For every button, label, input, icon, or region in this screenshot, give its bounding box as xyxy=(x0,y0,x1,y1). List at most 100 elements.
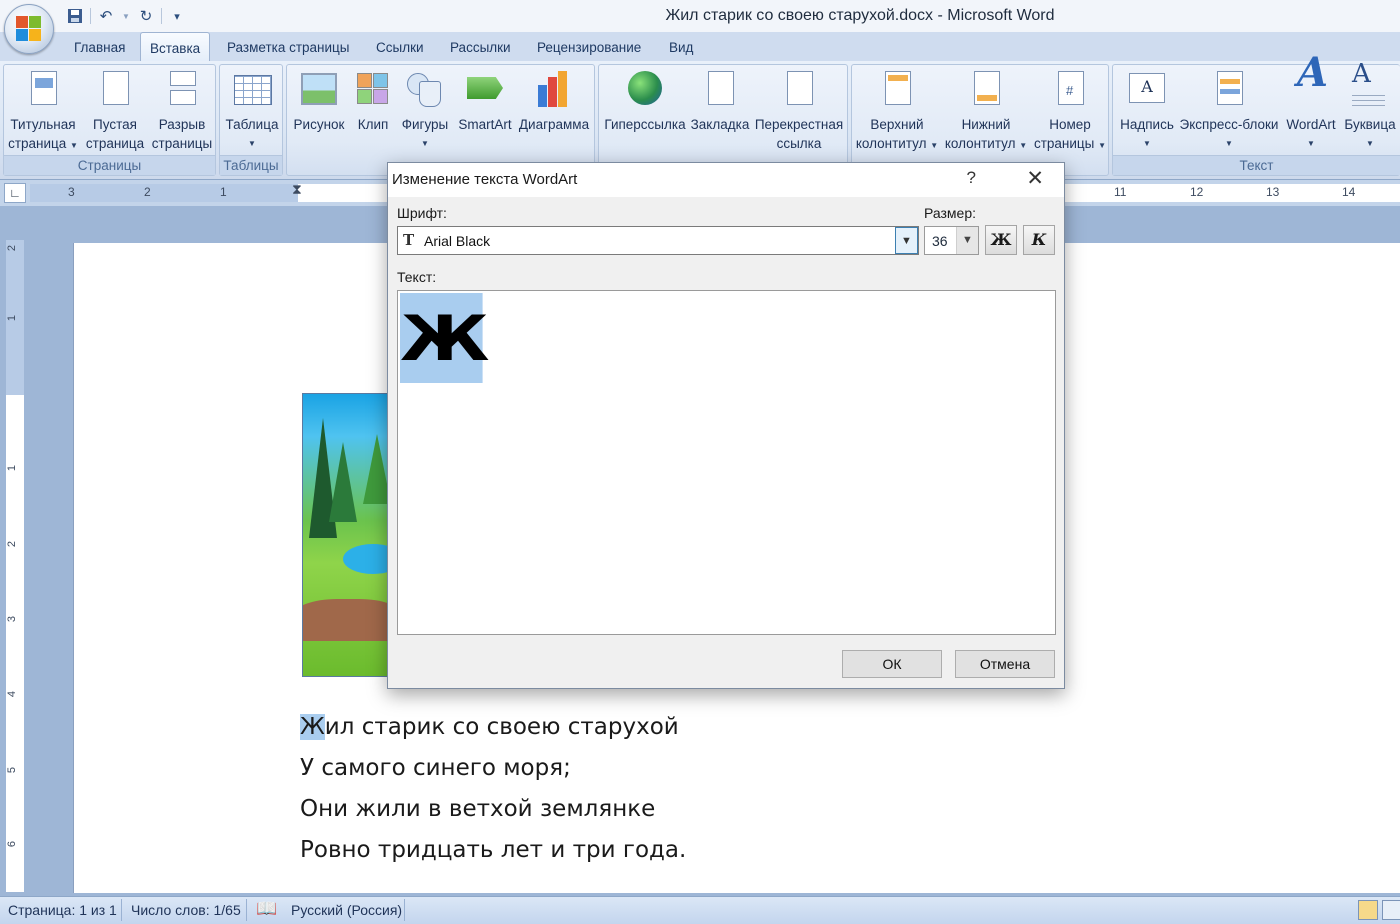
document-text[interactable]: Жил старик со своею старухой У самого си… xyxy=(300,707,686,871)
print-layout-view-icon[interactable] xyxy=(1358,900,1378,920)
button-label: Таблица xyxy=(225,117,279,132)
group-text: A Надпись ▼ Экспресс-блоки ▼ A WordArt ▼… xyxy=(1112,49,1400,176)
italic-button[interactable]: К xyxy=(1023,225,1055,255)
group-label: Таблицы xyxy=(220,155,282,175)
ruler-mark: 11 xyxy=(1114,185,1127,199)
group-pages: Титульная страница ▼ Пустая страница Раз… xyxy=(3,64,216,176)
text-box-icon: A xyxy=(1127,69,1167,109)
separator xyxy=(121,899,122,921)
shapes-button[interactable]: Фигуры ▼ xyxy=(397,69,453,153)
tab-view[interactable]: Вид xyxy=(669,40,693,55)
header-icon xyxy=(877,69,917,109)
cover-page-button[interactable]: Титульная страница ▼ xyxy=(7,69,79,155)
wordart-icon: A xyxy=(1297,49,1329,96)
picture-icon xyxy=(299,69,339,109)
ruler-mark: 4 xyxy=(6,690,19,698)
page-number-icon: # xyxy=(1050,69,1090,109)
bookmark-button[interactable]: Закладка xyxy=(689,69,751,134)
chevron-down-icon: ▼ xyxy=(1098,141,1107,150)
text-box-button[interactable]: A Надпись ▼ xyxy=(1117,69,1177,153)
close-icon[interactable]: ✕ xyxy=(1026,166,1044,191)
help-button[interactable]: ? xyxy=(967,168,976,188)
wordart-text-input[interactable]: Ж xyxy=(397,290,1056,635)
button-label: Рисунок xyxy=(293,117,345,132)
hyperlink-button[interactable]: Гиперссылка xyxy=(602,69,688,134)
table-button[interactable]: Таблица ▼ xyxy=(222,69,282,153)
tree-shape xyxy=(329,442,357,522)
language-status[interactable]: Русский (Россия) xyxy=(291,902,402,918)
cover-page-icon xyxy=(23,69,63,109)
chevron-down-icon: ▼ xyxy=(1307,139,1315,148)
chevron-down-icon: ▼ xyxy=(1143,139,1151,148)
chevron-down-icon: ▼ xyxy=(1225,139,1233,148)
picture-button[interactable]: Рисунок xyxy=(290,69,348,134)
button-label: Фигуры xyxy=(401,117,449,132)
cancel-button[interactable]: Отмена xyxy=(955,650,1055,678)
ruler-mark: 3 xyxy=(6,615,19,623)
button-label: Нижний xyxy=(961,117,1011,132)
footer-button[interactable]: Нижний колонтитул ▼ xyxy=(942,69,1030,155)
poem-line-text: ил старик со своею старухой xyxy=(324,714,679,740)
ruler-mark: 5 xyxy=(6,766,19,774)
chevron-down-icon[interactable]: ▼ xyxy=(895,227,918,254)
cross-reference-button[interactable]: Перекрестная ссылка xyxy=(753,69,845,153)
separator xyxy=(404,899,405,921)
chevron-down-icon[interactable]: ▼ xyxy=(956,227,978,254)
dialog-title: Изменение текста WordArt xyxy=(388,163,1064,197)
quick-parts-icon xyxy=(1209,69,1249,109)
word-count[interactable]: Число слов: 1/65 xyxy=(131,902,241,918)
page-break-button[interactable]: Разрыв страницы xyxy=(150,69,214,153)
ruler-mark: 2 xyxy=(6,244,19,252)
chart-button[interactable]: Диаграмма xyxy=(516,69,592,134)
drop-cap-icon: A xyxy=(1350,61,1390,109)
chevron-down-icon: ▼ xyxy=(70,141,78,150)
button-label: Клип xyxy=(357,117,389,132)
smartart-button[interactable]: SmartArt xyxy=(454,69,516,134)
tab-insert[interactable]: Вставка xyxy=(140,32,211,63)
poem-line: Жил старик со своею старухой xyxy=(300,707,686,748)
font-select[interactable]: T Arial Black ▼ xyxy=(397,226,919,255)
window-title: Жил старик со своею старухой.docx - Micr… xyxy=(665,7,1055,24)
chevron-down-icon: ▼ xyxy=(248,139,256,148)
tab-review[interactable]: Рецензирование xyxy=(537,40,641,55)
poem-line: Они жили в ветхой землянке xyxy=(300,796,656,822)
ok-button[interactable]: ОК xyxy=(842,650,942,678)
chevron-down-icon: ▼ xyxy=(1366,139,1374,148)
proofing-icon[interactable]: 📖 xyxy=(256,899,277,919)
tab-selector[interactable]: ∟ xyxy=(4,183,26,203)
page-count[interactable]: Страница: 1 из 1 xyxy=(8,902,117,918)
table-icon xyxy=(232,69,272,109)
office-logo-icon xyxy=(16,16,42,42)
status-bar: Страница: 1 из 1 Число слов: 1/65 📖 Русс… xyxy=(0,896,1400,924)
full-screen-view-icon[interactable] xyxy=(1382,900,1400,920)
button-label: Верхний xyxy=(870,117,924,132)
ruler-mark: 13 xyxy=(1266,185,1280,199)
wordart-button[interactable]: A WordArt ▼ xyxy=(1283,49,1339,153)
button-label: Экспресс-блоки xyxy=(1179,117,1279,132)
tab-mailings[interactable]: Рассылки xyxy=(450,40,511,55)
vertical-ruler[interactable]: 2 1 1 2 3 4 5 6 xyxy=(6,240,24,892)
inserted-image[interactable] xyxy=(302,393,388,677)
clip-button[interactable]: Клип xyxy=(351,69,395,134)
tab-references[interactable]: Ссылки xyxy=(376,40,424,55)
tab-home[interactable]: Главная xyxy=(74,40,125,55)
drop-cap-button[interactable]: A Буквица ▼ xyxy=(1341,61,1399,153)
selected-letter: Ж xyxy=(300,714,325,740)
blank-page-button[interactable]: Пустая страница xyxy=(84,69,146,153)
office-button[interactable] xyxy=(4,4,54,54)
header-button[interactable]: Верхний колонтитул ▼ xyxy=(854,69,940,155)
size-select[interactable]: 36 ▼ xyxy=(924,226,979,255)
shapes-icon xyxy=(405,69,445,109)
button-label: страница xyxy=(8,136,67,151)
chevron-down-icon: ▼ xyxy=(930,141,939,150)
tab-page-layout[interactable]: Разметка страницы xyxy=(227,40,349,55)
ruler-mark: 6 xyxy=(6,840,19,848)
chart-icon xyxy=(534,69,574,109)
indent-marker-icon[interactable]: ⧗ xyxy=(292,181,302,198)
quick-parts-button[interactable]: Экспресс-блоки ▼ xyxy=(1177,69,1281,153)
button-label: WordArt xyxy=(1286,117,1336,132)
button-label: колонтитул xyxy=(855,136,927,151)
group-header-footer: Верхний колонтитул ▼ Нижний колонтитул ▼… xyxy=(851,64,1109,176)
bold-button[interactable]: Ж xyxy=(985,225,1017,255)
page-number-button[interactable]: # Номер страницы ▼ xyxy=(1032,69,1108,155)
